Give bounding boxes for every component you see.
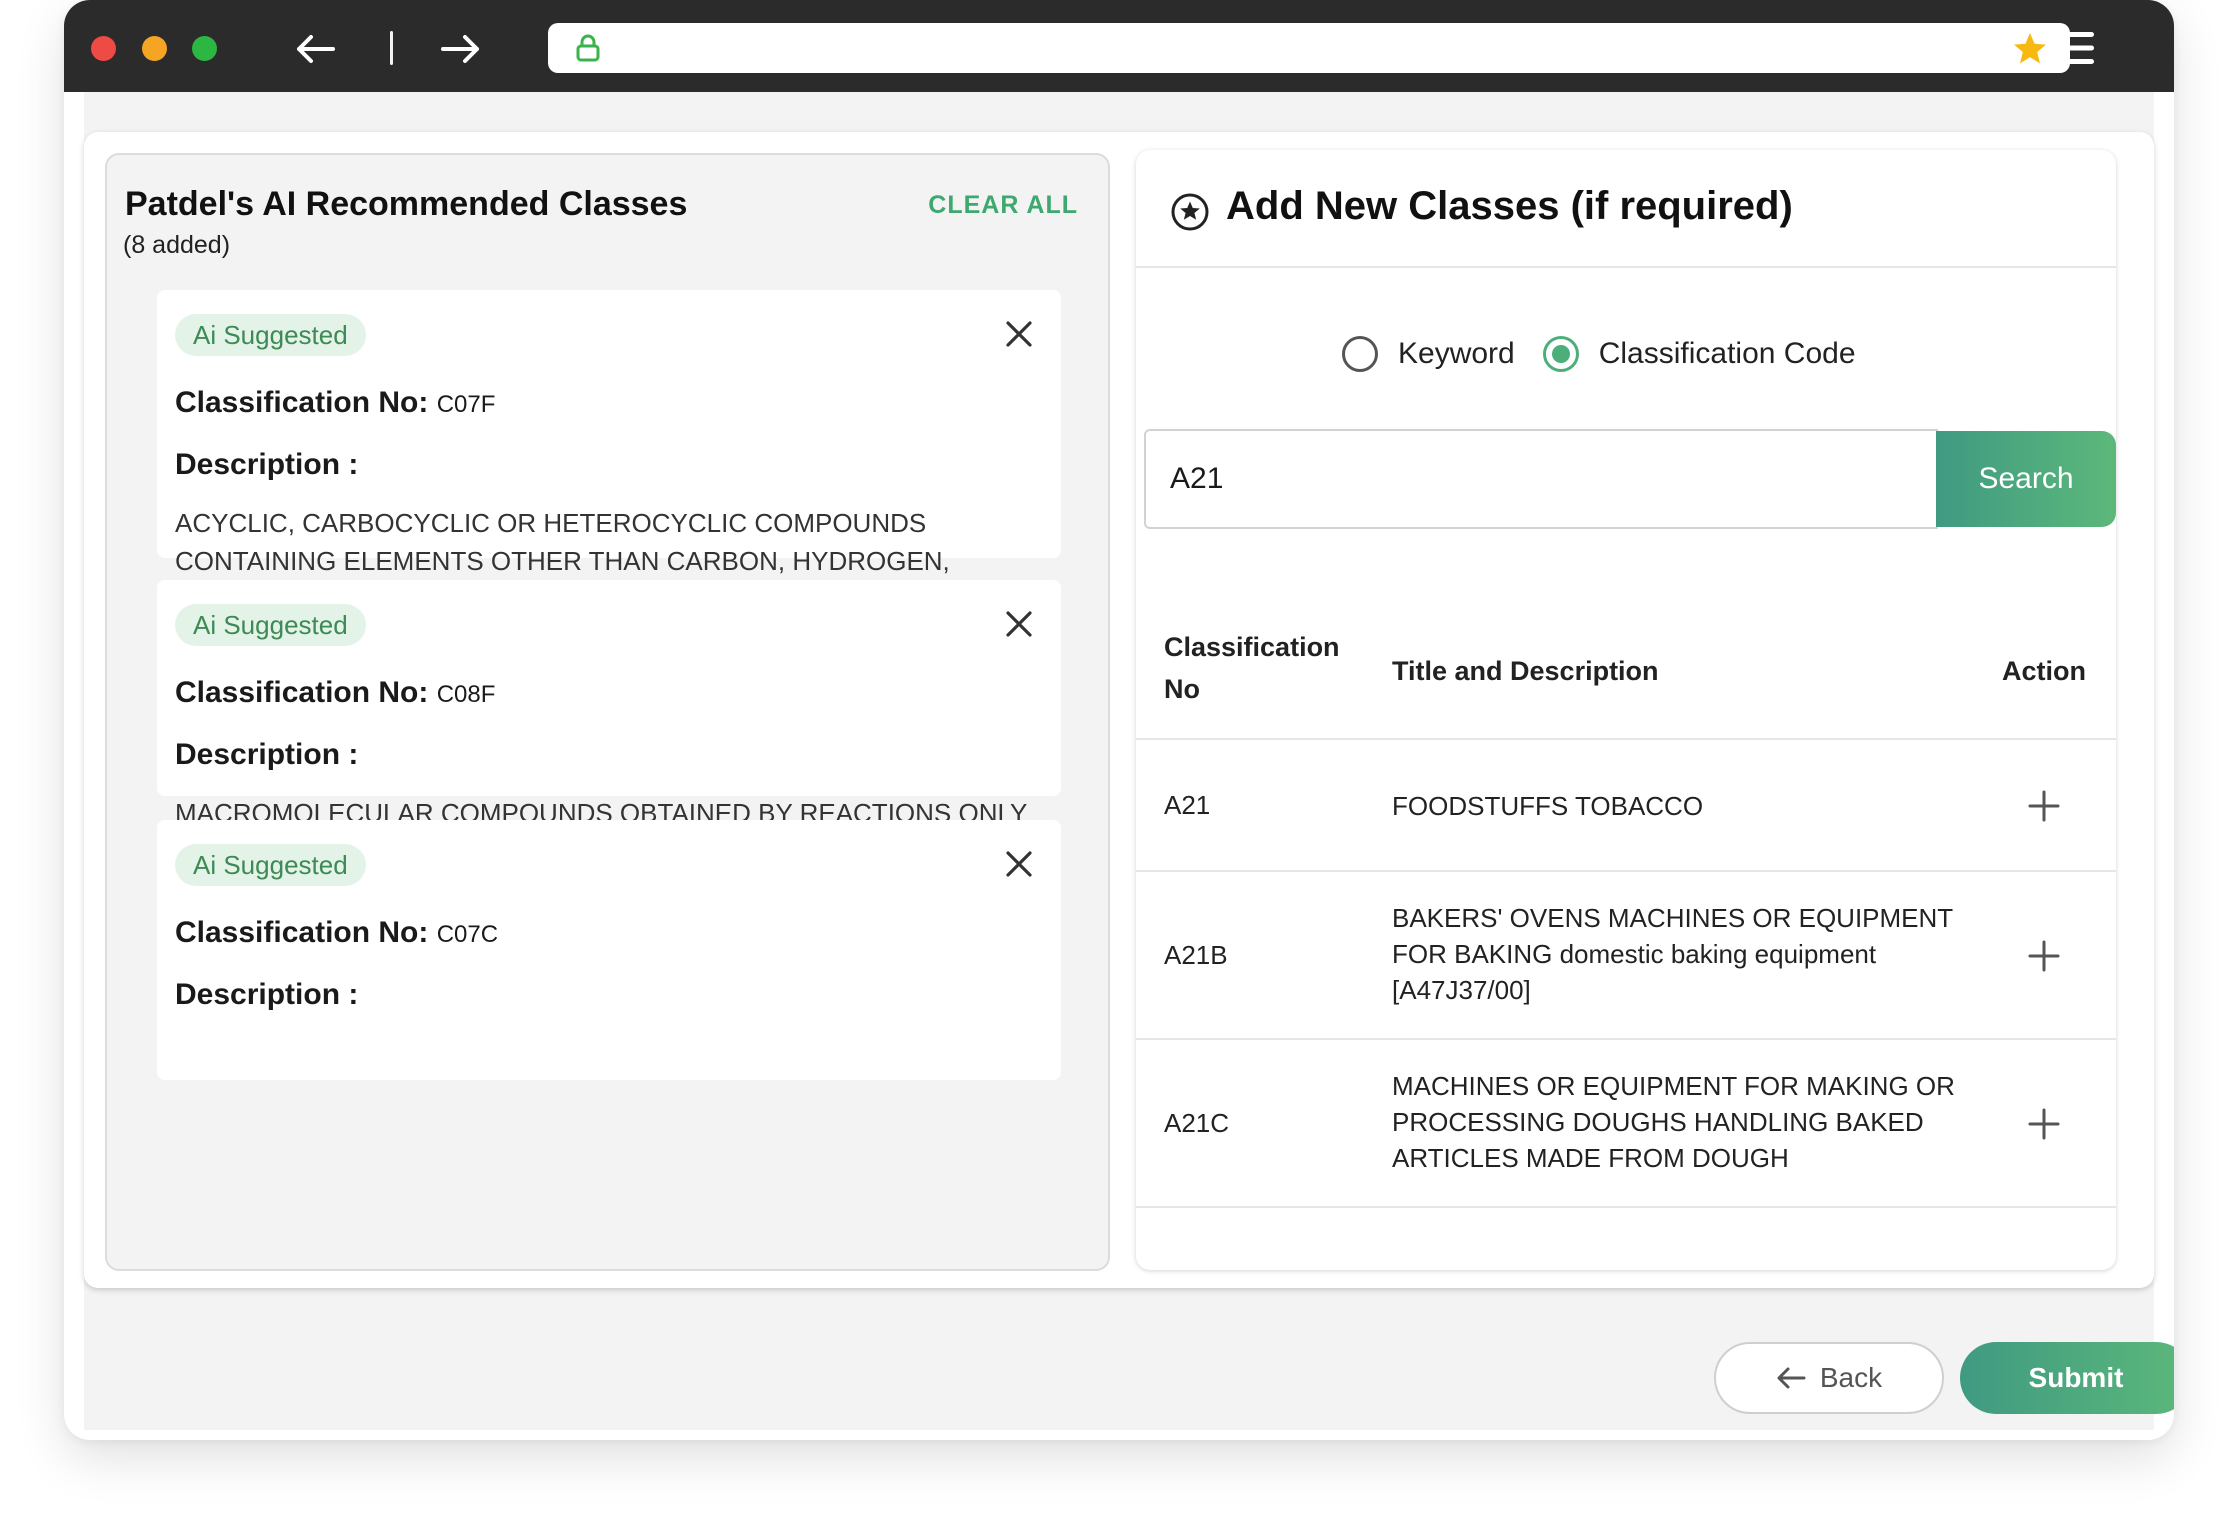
description-label: Description : xyxy=(175,448,359,481)
browser-forward-button[interactable] xyxy=(436,26,486,72)
browser-titlebar xyxy=(64,0,2174,92)
classification-search-input[interactable]: A21 xyxy=(1144,429,1938,529)
star-circle-icon xyxy=(1171,193,1209,231)
header-action: Action xyxy=(2002,656,2086,686)
nav-separator xyxy=(390,31,393,65)
ai-recommended-title: Patdel's AI Recommended Classes xyxy=(125,185,688,223)
added-count: (8 added) xyxy=(123,231,231,259)
add-classes-header: Add New Classes (if required) xyxy=(1136,150,2116,268)
add-new-classes-panel: Add New Classes (if required) Keyword Cl… xyxy=(1136,150,2116,1270)
back-button-label: Back xyxy=(1819,1362,1883,1393)
classification-no: Classification No: C07C xyxy=(175,916,499,949)
hamburger-menu-icon[interactable] xyxy=(2052,30,2094,66)
search-button[interactable]: Search xyxy=(1936,431,2116,527)
back-button[interactable]: Back xyxy=(1714,1342,1944,1414)
address-bar[interactable] xyxy=(548,23,2070,73)
minimize-window-button[interactable] xyxy=(142,36,167,61)
maximize-window-button[interactable] xyxy=(192,36,217,61)
table-row: A21C MACHINES OR EQUIPMENT FOR MAKING OR… xyxy=(1136,1042,2116,1208)
row-classification-no: A21B xyxy=(1164,940,1228,970)
arrow-left-icon xyxy=(1777,1367,1806,1389)
radio-classification-code-label: Classification Code xyxy=(1598,337,1856,370)
recommended-card: Ai Suggested Classification No: C07F Des… xyxy=(157,290,1061,652)
row-description: BAKERS' OVENS MACHINES OR EQUIPMENT FOR … xyxy=(1392,903,1953,1005)
ai-recommended-panel: Patdel's AI Recommended Classes (8 added… xyxy=(105,153,1110,1271)
header-title-description: Title and Description xyxy=(1392,656,1659,686)
table-row: A21 FOODSTUFFS TOBACCO xyxy=(1136,742,2116,872)
header-classification-no: Classification No xyxy=(1164,632,1340,704)
radio-classification-code[interactable]: Classification Code xyxy=(1542,336,1856,372)
page-content: Patdel's AI Recommended Classes (8 added… xyxy=(84,92,2174,1430)
radio-keyword-circle[interactable] xyxy=(1342,336,1378,372)
close-icon[interactable] xyxy=(1003,608,1035,640)
description-label: Description : xyxy=(175,738,359,771)
radio-classification-code-circle[interactable] xyxy=(1542,336,1579,372)
classification-no: Classification No: C08F xyxy=(175,676,496,709)
recommended-card: Ai Suggested Classification No: C07C Des… xyxy=(157,820,1061,1080)
ai-suggested-badge: Ai Suggested xyxy=(175,604,366,646)
description-label: Description : xyxy=(175,978,359,1011)
row-classification-no: A21 xyxy=(1164,790,1211,820)
table-row: A21B BAKERS' OVENS MACHINES OR EQUIPMENT… xyxy=(1136,874,2116,1040)
row-description: FOODSTUFFS TOBACCO xyxy=(1392,791,1704,821)
plus-icon[interactable] xyxy=(2028,940,2060,972)
arrow-left-icon xyxy=(297,35,335,63)
clear-all-button[interactable]: CLEAR ALL xyxy=(928,191,1078,220)
radio-keyword-label: Keyword xyxy=(1398,337,1515,370)
arrow-right-icon xyxy=(441,35,479,63)
add-classes-title: Add New Classes (if required) xyxy=(1226,184,1793,228)
submit-button[interactable]: Submit xyxy=(1960,1342,2174,1414)
classification-no: Classification No: C07F xyxy=(175,386,496,419)
results-table-header: Classification No Title and Description … xyxy=(1136,590,2116,740)
row-description: MACHINES OR EQUIPMENT FOR MAKING OR PROC… xyxy=(1392,1071,1955,1173)
close-icon[interactable] xyxy=(1003,318,1035,350)
ai-suggested-badge: Ai Suggested xyxy=(175,844,366,886)
lock-icon xyxy=(576,34,600,62)
ai-suggested-badge: Ai Suggested xyxy=(175,314,366,356)
close-icon[interactable] xyxy=(1003,848,1035,880)
recommended-list[interactable]: Ai Suggested Classification No: C07F Des… xyxy=(157,290,1061,1220)
radio-keyword[interactable]: Keyword xyxy=(1342,336,1515,372)
plus-icon[interactable] xyxy=(2028,790,2060,822)
browser-window: Patdel's AI Recommended Classes (8 added… xyxy=(64,0,2174,1440)
plus-icon[interactable] xyxy=(2028,1108,2060,1140)
close-window-button[interactable] xyxy=(91,36,116,61)
star-icon[interactable] xyxy=(2012,31,2048,67)
recommended-card: Ai Suggested Classification No: C08F Des… xyxy=(157,580,1061,866)
search-mode-radio-group: Keyword Classification Code xyxy=(1342,332,1884,376)
classes-card: Patdel's AI Recommended Classes (8 added… xyxy=(84,132,2154,1288)
row-classification-no: A21C xyxy=(1164,1108,1230,1138)
browser-back-button[interactable] xyxy=(290,26,340,72)
